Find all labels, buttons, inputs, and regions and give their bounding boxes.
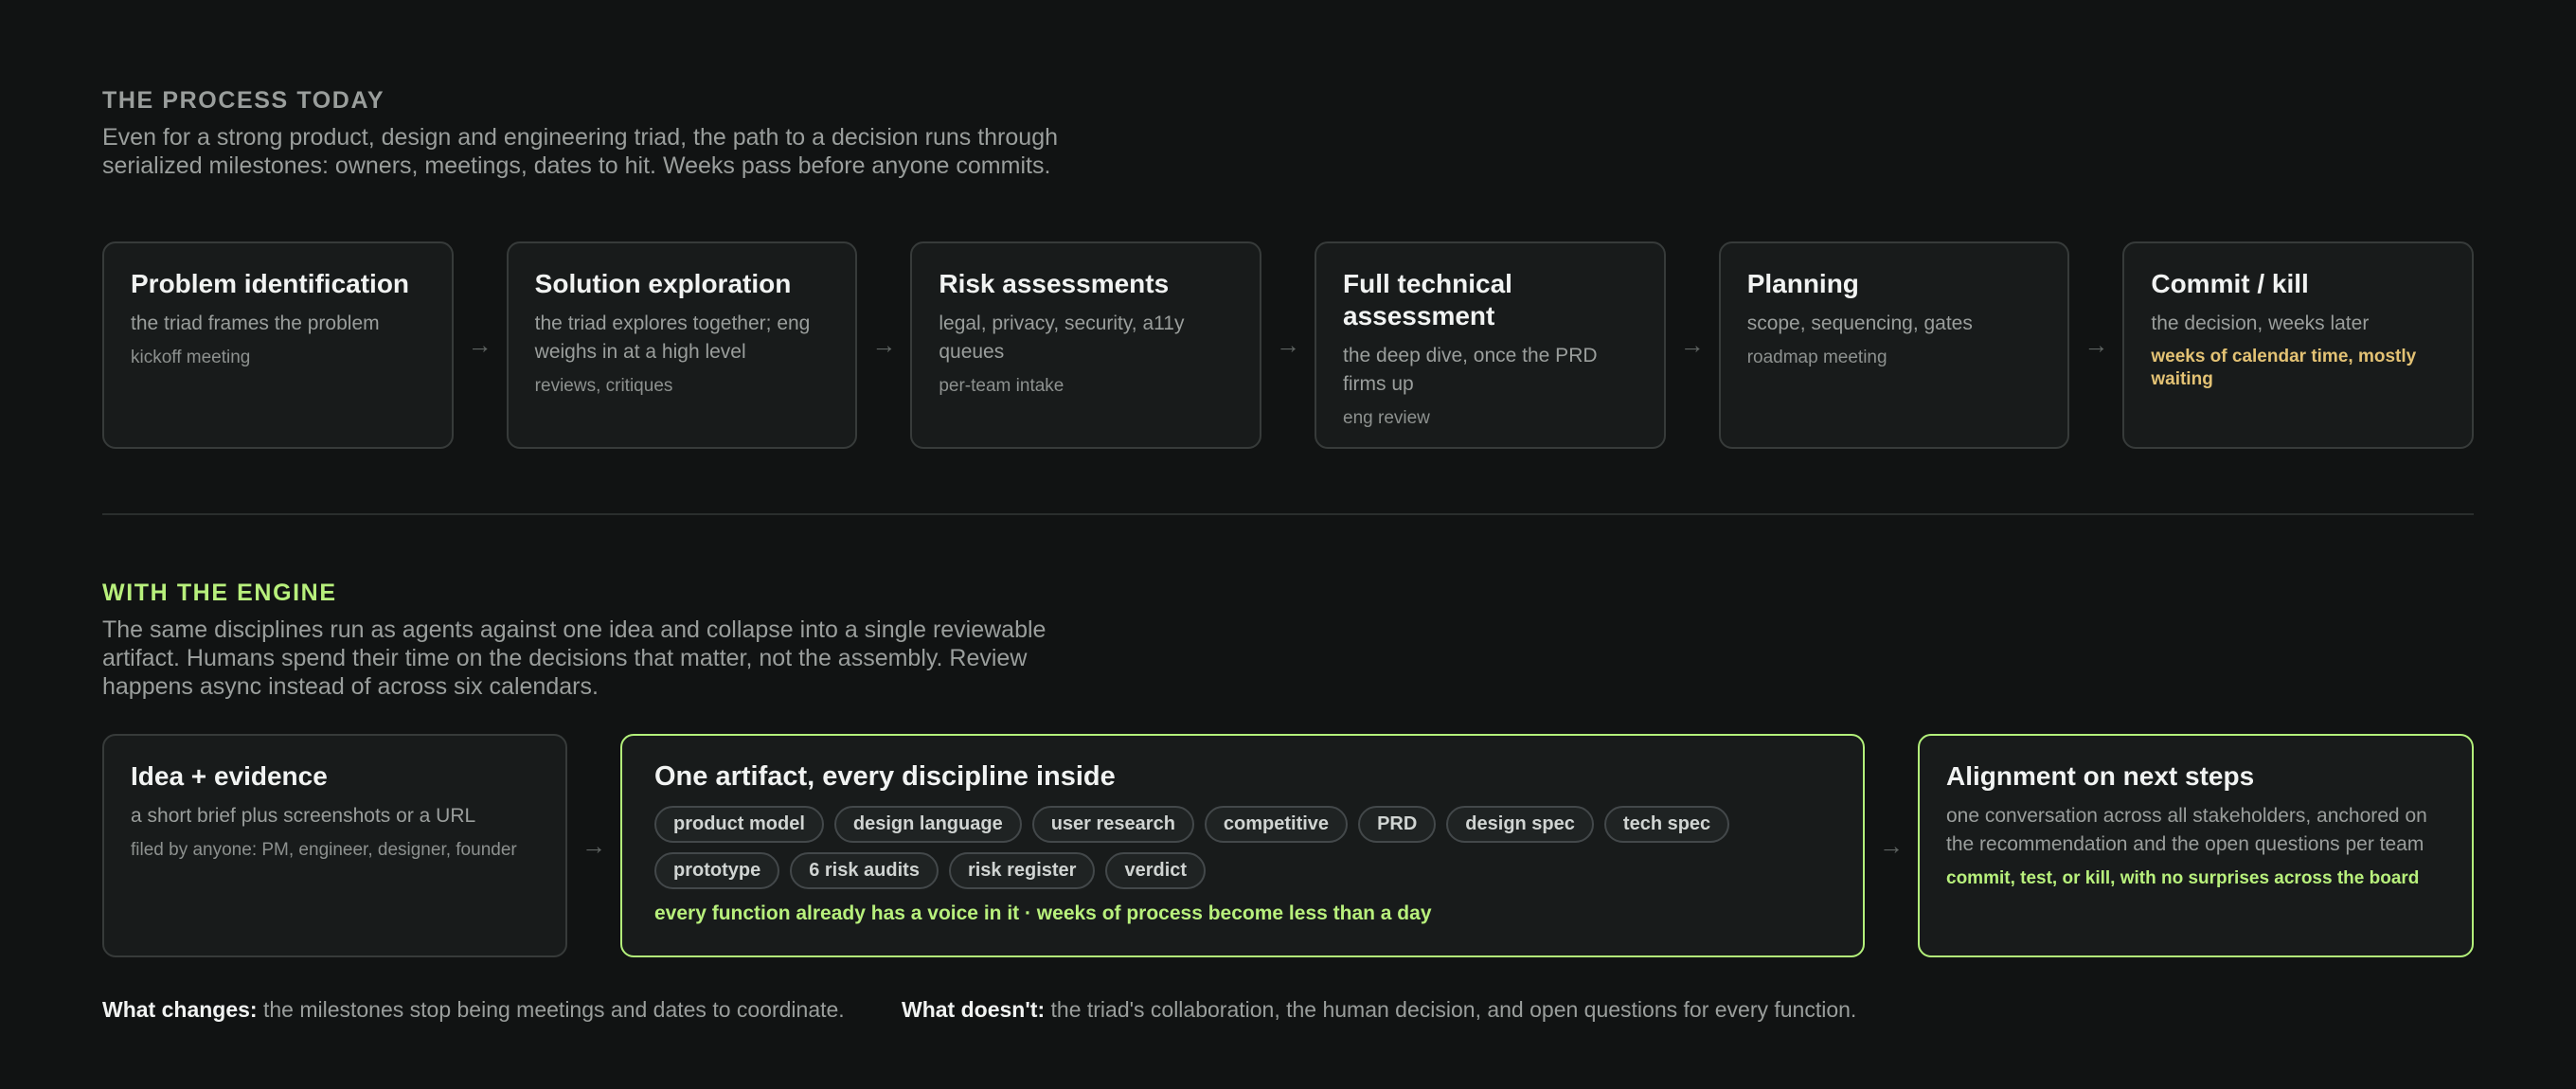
arrow-right-icon: →	[871, 330, 897, 359]
artifact-card: One artifact, every discipline inside pr…	[620, 734, 1865, 957]
step-title: Problem identification	[131, 269, 410, 298]
arrow-right-icon: →	[467, 330, 492, 359]
step-description: the triad frames the problem	[131, 312, 380, 334]
step-description: legal, privacy, security, a11y queues	[939, 312, 1185, 363]
card-meta: filed by anyone: PM, engineer, designer,…	[131, 840, 517, 860]
chip-design-spec: design spec	[1446, 806, 1594, 843]
chip-tech-spec: tech spec	[1603, 806, 1730, 843]
step-full-technical-assessment: Full technical assessment the deep dive,…	[1315, 241, 1666, 449]
step-description: scope, sequencing, gates	[1746, 312, 1973, 334]
process-today-title: THE PROCESS TODAY	[102, 87, 385, 114]
chip-prd: PRD	[1358, 806, 1437, 843]
chip-prototype: prototype	[654, 852, 780, 889]
process-today-description: Even for a strong product, design and en…	[102, 124, 1058, 179]
alignment-card: Alignment on next steps one conversation…	[1918, 734, 2474, 957]
step-solution-exploration: Solution exploration the triad explores …	[506, 241, 858, 449]
step-problem-identification: Problem identification the triad frames …	[102, 241, 454, 449]
card-description: one conversation across all stakeholders…	[1946, 805, 2427, 855]
step-title: Risk assessments	[939, 269, 1170, 298]
card-note: commit, test, or kill, with no surprises…	[1946, 868, 2420, 888]
engine-flow: Idea + evidence a short brief plus scree…	[102, 734, 2474, 957]
step-meta: eng review	[1343, 408, 1430, 428]
step-meta: roadmap meeting	[1746, 348, 1887, 367]
chip-user-research: user research	[1031, 806, 1194, 843]
arrow-right-icon: →	[1879, 830, 1904, 860]
step-meta: per-team intake	[939, 376, 1064, 396]
step-description: the decision, weeks later	[2151, 312, 2370, 334]
footer-what-changes: What changes: the milestones stop being …	[102, 997, 845, 1023]
chip-risk-audits: 6 risk audits	[790, 852, 939, 889]
arrow-right-icon: →	[2084, 330, 2109, 359]
step-title: Full technical assessment	[1343, 269, 1512, 330]
step-commit-kill: Commit / kill the decision, weeks later …	[2122, 241, 2475, 449]
chip-competitive: competitive	[1204, 806, 1349, 843]
step-warning: weeks of calendar time, mostly waiting	[2151, 347, 2417, 389]
step-risk-assessments: Risk assessments legal, privacy, securit…	[910, 241, 1262, 449]
footer-text: the milestones stop being meetings and d…	[262, 997, 845, 1022]
step-title: Planning	[1746, 269, 1859, 298]
chip-design-language: design language	[833, 806, 1022, 843]
step-title: Solution exploration	[534, 269, 792, 298]
step-title: Commit / kill	[2151, 269, 2309, 298]
idea-evidence-card: Idea + evidence a short brief plus scree…	[102, 734, 567, 957]
section-divider	[102, 513, 2474, 515]
process-today-flow: Problem identification the triad frames …	[102, 241, 2475, 449]
step-meta: reviews, critiques	[534, 376, 673, 396]
artifact-note: every function already has a voice in it…	[654, 902, 1432, 924]
engine-title: WITH THE ENGINE	[102, 580, 337, 606]
step-planning: Planning scope, sequencing, gates roadma…	[1718, 241, 2070, 449]
footer-what-doesnt: What doesn't: the triad's collaboration,…	[902, 997, 1856, 1023]
card-description: a short brief plus screenshots or a URL	[131, 805, 476, 827]
card-title: Alignment on next steps	[1946, 761, 2255, 791]
footer-text: the triad's collaboration, the human dec…	[1050, 997, 1857, 1022]
arrow-right-icon: →	[1679, 330, 1705, 359]
step-description: the deep dive, once the PRD firms up	[1343, 345, 1598, 395]
footer-label: What changes:	[102, 997, 258, 1022]
engine-description: The same disciplines run as agents again…	[102, 616, 1046, 700]
footer-label: What doesn't:	[902, 997, 1046, 1022]
arrow-right-icon: →	[581, 830, 606, 860]
arrow-right-icon: →	[1276, 330, 1301, 359]
card-title: One artifact, every discipline inside	[654, 761, 1116, 792]
chip-risk-register: risk register	[948, 852, 1096, 889]
step-meta: kickoff meeting	[131, 348, 251, 367]
chip-verdict: verdict	[1105, 852, 1207, 889]
discipline-chips: product model design language user resea…	[654, 806, 1772, 889]
chip-product-model: product model	[654, 806, 824, 843]
card-title: Idea + evidence	[131, 761, 328, 791]
step-description: the triad explores together; eng weighs …	[534, 312, 811, 363]
